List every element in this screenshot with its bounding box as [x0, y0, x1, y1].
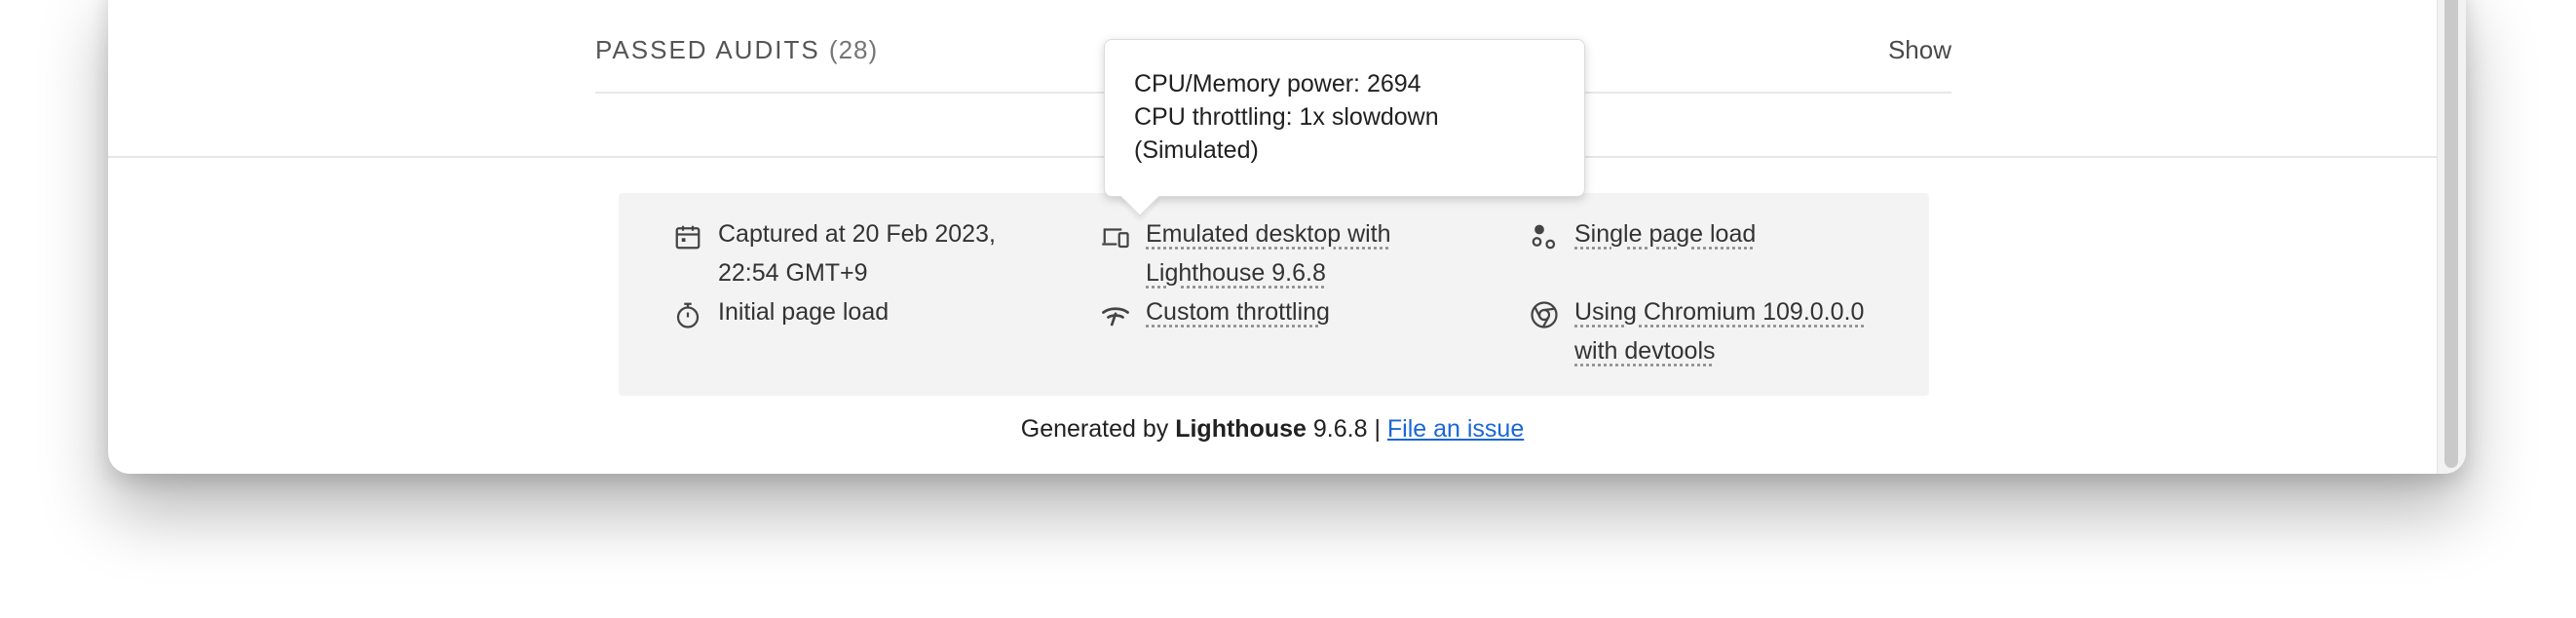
passed-audits-title: PASSED AUDITS (28) [595, 35, 878, 65]
captured-line2: 22:54 GMT+9 [718, 259, 868, 287]
stopwatch-icon [676, 302, 700, 328]
custom-throttling-item[interactable]: Custom throttling [1101, 292, 1491, 331]
show-passed-audits-button[interactable]: Show [1888, 35, 1951, 65]
file-issue-link[interactable]: File an issue [1387, 415, 1524, 443]
footer-product-name: Lighthouse [1175, 415, 1307, 443]
throttling-tooltip: CPU/Memory power: 2694 CPU throttling: 1… [1104, 39, 1585, 216]
scrollbar-track[interactable] [2437, 0, 2466, 474]
chromium-item[interactable]: Using Chromium 109.0.0.0 with devtools [1530, 292, 1919, 370]
emulated-line2[interactable]: Lighthouse 9.6.8 [1146, 259, 1326, 287]
devices-icon [1102, 228, 1129, 249]
emulated-line1[interactable]: Emulated desktop with [1146, 220, 1391, 248]
initial-load-text: Initial page load [718, 298, 890, 326]
wifi-throttling-icon [1102, 307, 1129, 327]
calendar-icon [675, 225, 701, 250]
runtime-settings-panel: Captured at 20 Feb 2023, 22:54 GMT+9 Ini… [619, 193, 1929, 396]
passed-audits-count: (28) [828, 35, 879, 64]
chromium-icon [1531, 301, 1558, 328]
tooltip-cpu-power: CPU/Memory power: 2694 [1134, 70, 1421, 97]
tooltip-simulated: (Simulated) [1134, 136, 1259, 164]
passed-audits-label: PASSED AUDITS [595, 35, 820, 64]
tooltip-cpu-throttling: CPU throttling: 1x slowdown [1134, 103, 1439, 131]
captured-at-item: Captured at 20 Feb 2023, 22:54 GMT+9 [673, 214, 1043, 292]
report-window: PASSED AUDITS (28) Show Captured at 20 F… [108, 0, 2466, 474]
custom-throttling-text[interactable]: Custom throttling [1146, 292, 1330, 331]
captured-line1: Captured at 20 Feb 2023, [718, 220, 996, 248]
chromium-line1[interactable]: Using Chromium 109.0.0.0 [1574, 298, 1864, 326]
emulated-desktop-text[interactable]: Emulated desktop with Lighthouse 9.6.8 [1146, 214, 1391, 292]
captured-at-text: Captured at 20 Feb 2023, 22:54 GMT+9 [718, 214, 996, 292]
single-page-load-text[interactable]: Single page load [1574, 214, 1756, 253]
initial-load-item: Initial page load [673, 292, 1043, 331]
footer-separator: | [1374, 415, 1381, 443]
report-footer: Generated by Lighthouse 9.6.8 | File an … [108, 415, 2437, 444]
chromium-line2[interactable]: with devtools [1574, 337, 1716, 365]
footer-generated-by: Generated by [1020, 415, 1169, 443]
chromium-text[interactable]: Using Chromium 109.0.0.0 with devtools [1574, 292, 1864, 370]
single-page-load-item[interactable]: Single page load [1530, 214, 1919, 253]
single-load-icon [1532, 224, 1556, 250]
emulated-desktop-item[interactable]: Emulated desktop with Lighthouse 9.6.8 [1101, 214, 1491, 292]
footer-version: 9.6.8 [1312, 415, 1368, 443]
scrollbar-thumb[interactable] [2444, 0, 2458, 468]
